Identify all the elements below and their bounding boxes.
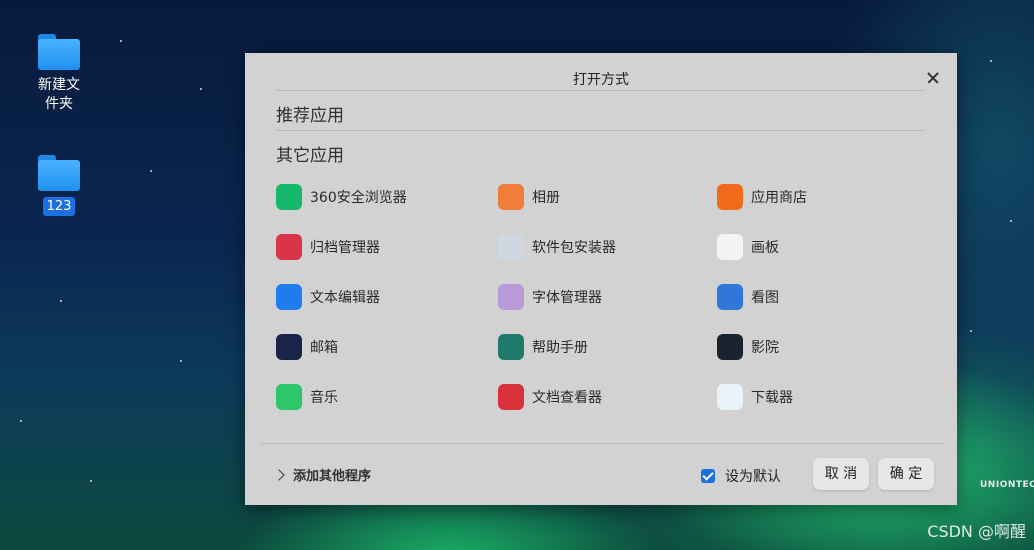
app-item[interactable]: 文档查看器 — [498, 382, 602, 412]
dialog-title: 打开方式 — [573, 72, 629, 88]
folder-icon — [38, 34, 80, 70]
app-item[interactable]: 影院 — [717, 332, 779, 362]
app-item-label: 软件包安装器 — [532, 240, 616, 256]
document-viewer-icon — [498, 384, 524, 410]
app-item[interactable]: 360安全浏览器 — [276, 182, 407, 212]
app-item-label: 文本编辑器 — [310, 290, 380, 306]
app-item[interactable]: 邮箱 — [276, 332, 338, 362]
app-store-icon — [717, 184, 743, 210]
app-item-label: 360安全浏览器 — [310, 190, 407, 206]
font-manager-icon — [498, 284, 524, 310]
folder-icon — [38, 155, 80, 191]
open-with-dialog: 打开方式 推荐应用 其它应用 360安全浏览器 相册 应用商店归档管理器 软件包安装器… — [245, 53, 957, 505]
app-item[interactable]: 画板 — [717, 232, 779, 262]
recommended-heading: 推荐应用 — [276, 106, 344, 126]
app-item-label: 邮箱 — [310, 340, 338, 356]
app-item[interactable]: 帮助手册 — [498, 332, 588, 362]
desktop-folder-123[interactable]: 123 — [24, 155, 94, 216]
divider — [276, 130, 926, 131]
desktop-folder-new[interactable]: 新建文 件夹 — [24, 34, 94, 114]
app-item-label: 下载器 — [751, 390, 793, 406]
close-icon[interactable] — [923, 68, 943, 88]
app-item[interactable]: 归档管理器 — [276, 232, 380, 262]
folder-label-line1: 新建文 — [38, 77, 80, 93]
confirm-button[interactable]: 确 定 — [878, 458, 934, 490]
app-item-label: 应用商店 — [751, 190, 807, 206]
app-item-label: 文档查看器 — [532, 390, 602, 406]
archive-manager-icon — [276, 234, 302, 260]
app-item[interactable]: 音乐 — [276, 382, 338, 412]
set-default-checkbox[interactable]: 设为默认 — [701, 466, 781, 486]
folder-label-line2: 件夹 — [45, 96, 73, 112]
folder-label: 123 — [42, 197, 76, 216]
other-apps-heading: 其它应用 — [276, 146, 344, 166]
package-installer-icon — [498, 234, 524, 260]
app-item[interactable]: 看图 — [717, 282, 779, 312]
app-item-label: 帮助手册 — [532, 340, 588, 356]
mail-icon — [276, 334, 302, 360]
browser-360-icon — [276, 184, 302, 210]
app-item[interactable]: 软件包安装器 — [498, 232, 616, 262]
divider — [276, 90, 926, 91]
downloader-icon — [717, 384, 743, 410]
app-item-label: 音乐 — [310, 390, 338, 406]
app-item[interactable]: 应用商店 — [717, 182, 807, 212]
add-other-program-label: 添加其他程序 — [293, 469, 372, 484]
divider — [260, 443, 945, 444]
app-item-label: 画板 — [751, 240, 779, 256]
app-item[interactable]: 下载器 — [717, 382, 793, 412]
draw-board-icon — [717, 234, 743, 260]
cancel-button[interactable]: 取 消 — [813, 458, 869, 490]
help-manual-icon — [498, 334, 524, 360]
app-item-label: 看图 — [751, 290, 779, 306]
app-item-label: 相册 — [532, 190, 560, 206]
image-viewer-icon — [717, 284, 743, 310]
app-item[interactable]: 文本编辑器 — [276, 282, 380, 312]
app-item-label: 归档管理器 — [310, 240, 380, 256]
app-item-label: 影院 — [751, 340, 779, 356]
movie-icon — [717, 334, 743, 360]
watermark: CSDN @啊醒 — [927, 522, 1026, 541]
add-other-program-button[interactable]: 添加其他程序 — [273, 465, 372, 484]
text-editor-icon — [276, 284, 302, 310]
checkbox-checked-icon[interactable] — [701, 469, 715, 483]
album-icon — [498, 184, 524, 210]
app-grid: 360安全浏览器 相册 应用商店归档管理器 软件包安装器 画板文本编辑器 字体管理器 看图邮… — [276, 174, 936, 438]
set-default-label: 设为默认 — [725, 469, 781, 485]
chevron-right-icon — [273, 468, 285, 481]
music-icon — [276, 384, 302, 410]
app-item[interactable]: 字体管理器 — [498, 282, 602, 312]
brand-text: UNIONTEC — [980, 480, 1034, 490]
app-item[interactable]: 相册 — [498, 182, 560, 212]
app-item-label: 字体管理器 — [532, 290, 602, 306]
